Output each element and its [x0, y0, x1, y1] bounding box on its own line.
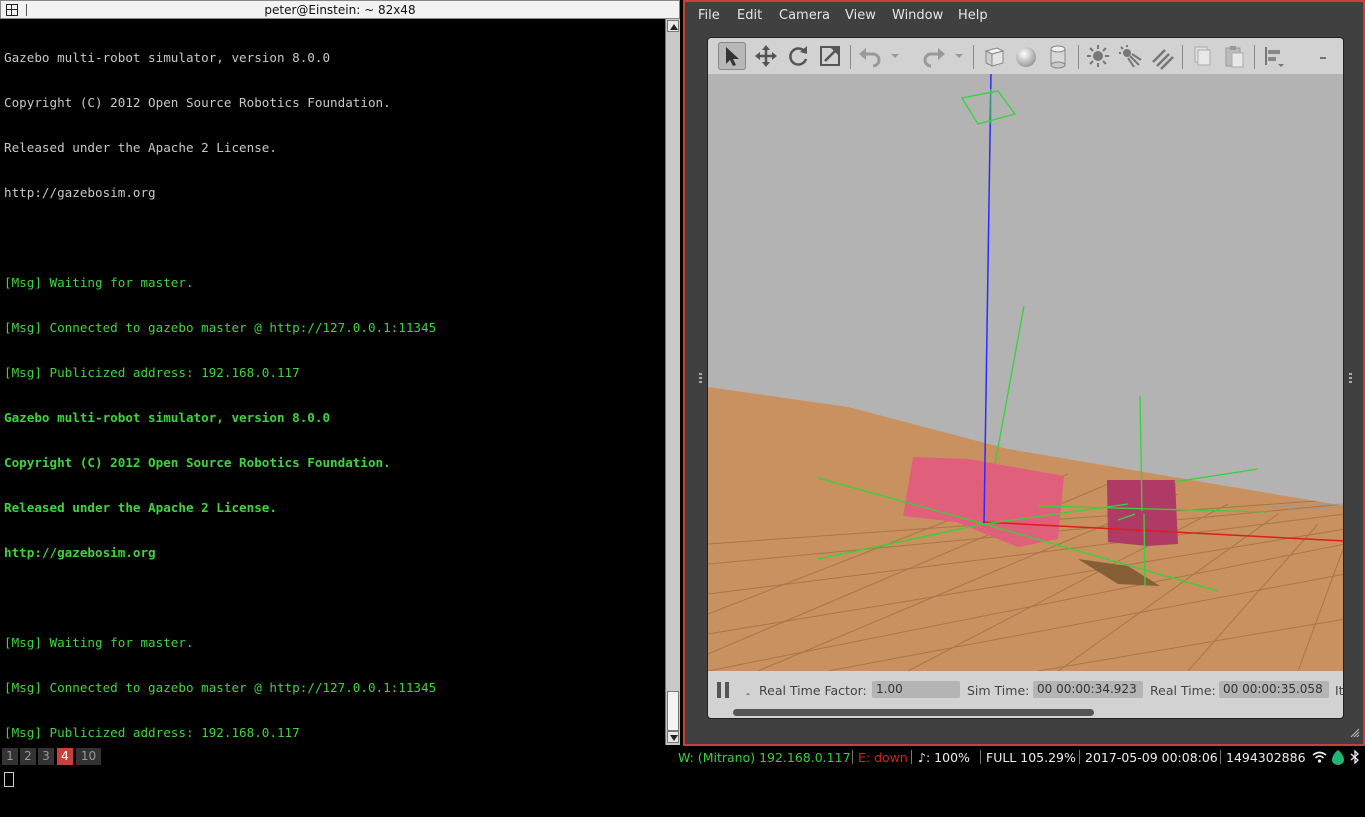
left-splitter-icon[interactable] [699, 373, 702, 387]
terminal-window[interactable]: peter@Einstein: ~ 82x48 Gazebo multi-rob… [0, 0, 682, 787]
terminal-line: [Msg] Connected to gazebo master @ http:… [4, 320, 437, 335]
sim-time-value: 00 00:00:34.923 [1033, 681, 1143, 698]
menu-help[interactable]: Help [958, 8, 988, 23]
time-panel: - Real Time Factor: 1.00 Sim Time: 00 00… [707, 671, 1344, 719]
gazebo-toolbar [707, 37, 1344, 74]
terminal-line: Gazebo multi-robot simulator, version 8.… [4, 50, 331, 65]
gazebo-window[interactable]: File Edit Camera View Window Help - Real… [683, 0, 1365, 746]
directional-light-icon[interactable] [1148, 42, 1176, 70]
redo-history-icon[interactable] [952, 42, 966, 70]
workspace-2[interactable]: 2 [20, 748, 36, 765]
copy-icon[interactable] [1188, 42, 1216, 70]
rtf-label: Real Time Factor: [759, 683, 867, 698]
menu-file[interactable]: File [698, 8, 720, 23]
rtf-value: 1.00 [872, 681, 960, 698]
terminal-line: Gazebo multi-robot simulator, version 8.… [4, 410, 331, 425]
select-arrow-icon[interactable] [718, 42, 746, 70]
terminal-title: peter@Einstein: ~ 82x48 [264, 3, 416, 17]
terminal-line: [Msg] Connected to gazebo master @ http:… [4, 680, 437, 695]
menu-camera[interactable]: Camera [779, 8, 830, 23]
terminal-line: [Msg] Publicized address: 192.168.0.117 [4, 365, 300, 380]
terminal-line: Copyright (C) 2012 Open Source Robotics … [4, 95, 391, 110]
terminal-line: [Msg] Waiting for master. [4, 635, 194, 650]
workspace-1[interactable]: 1 [2, 748, 18, 765]
volume-status: ♪: 100% [918, 750, 970, 765]
align-icon[interactable] [1260, 42, 1288, 70]
real-time-value: 00 00:00:35.058 [1219, 681, 1329, 698]
right-splitter-icon[interactable] [1349, 373, 1352, 387]
point-light-icon[interactable] [1084, 42, 1112, 70]
wifi-icon[interactable] [1312, 751, 1327, 763]
terminal-output[interactable]: Gazebo multi-robot simulator, version 8.… [4, 20, 664, 787]
box-icon[interactable] [980, 42, 1008, 70]
scroll-down-icon[interactable] [667, 731, 679, 743]
scale-icon[interactable] [816, 42, 844, 70]
terminal-line: Copyright (C) 2012 Open Source Robotics … [4, 455, 391, 470]
step-button[interactable]: - [746, 687, 750, 700]
translate-icon[interactable] [752, 42, 780, 70]
scene-viewport[interactable] [707, 74, 1344, 671]
cylinder-icon[interactable] [1044, 42, 1072, 70]
terminal-line: Released under the Apache 2 License. [4, 500, 277, 515]
scene-render[interactable] [708, 74, 1344, 671]
resize-grip-icon[interactable] [1350, 728, 1360, 738]
undo-icon[interactable] [856, 42, 884, 70]
undo-history-icon[interactable] [888, 42, 902, 70]
sim-time-label: Sim Time: [967, 683, 1030, 698]
time-panel-scrollbar[interactable] [733, 709, 1094, 716]
workspace-3[interactable]: 3 [38, 748, 54, 765]
menu-view[interactable]: View [845, 8, 876, 23]
menu-edit[interactable]: Edit [737, 8, 762, 23]
terminal-scrollbar[interactable] [665, 19, 680, 745]
terminal-line: http://gazebosim.org [4, 185, 156, 200]
terminal-line: http://gazebosim.org [4, 545, 156, 560]
iterations-label: It [1335, 683, 1344, 698]
real-time-label: Real Time: [1150, 683, 1216, 698]
workspace-10[interactable]: 10 [76, 748, 101, 765]
terminal-cursor [4, 772, 14, 787]
box-model[interactable] [1107, 480, 1178, 546]
epoch-status: 1494302886 [1226, 750, 1306, 765]
redo-icon[interactable] [920, 42, 948, 70]
workspace-4[interactable]: 4 [57, 748, 73, 765]
i3-status-bar: 1 2 3 4 10 W: (Mitrano) 192.168.0.117 E:… [0, 746, 1365, 767]
paste-icon[interactable] [1220, 42, 1248, 70]
snap-icon[interactable] [1312, 42, 1332, 70]
spot-light-icon[interactable] [1116, 42, 1144, 70]
terminal-line: Released under the Apache 2 License. [4, 140, 277, 155]
menu-bar: File Edit Camera View Window Help [685, 2, 1363, 28]
dropbox-icon[interactable] [1331, 749, 1345, 765]
terminal-titlebar[interactable]: peter@Einstein: ~ 82x48 [0, 0, 680, 19]
bluetooth-icon[interactable] [1350, 750, 1360, 764]
sphere-icon[interactable] [1012, 42, 1040, 70]
pause-icon[interactable] [717, 682, 733, 699]
terminal-line: [Msg] Waiting for master. [4, 275, 194, 290]
terminal-line: [Msg] Publicized address: 192.168.0.117 [4, 725, 300, 740]
rotate-icon[interactable] [784, 42, 812, 70]
datetime-status: 2017-05-09 00:08:06 [1085, 750, 1218, 765]
scrollbar-thumb[interactable] [667, 691, 679, 731]
battery-status: FULL 105.29% [986, 750, 1076, 765]
scroll-up-icon[interactable] [667, 20, 679, 32]
wifi-status: W: (Mitrano) 192.168.0.117 [678, 750, 851, 765]
menu-window[interactable]: Window [892, 8, 943, 23]
ethernet-status: E: down [858, 750, 908, 765]
